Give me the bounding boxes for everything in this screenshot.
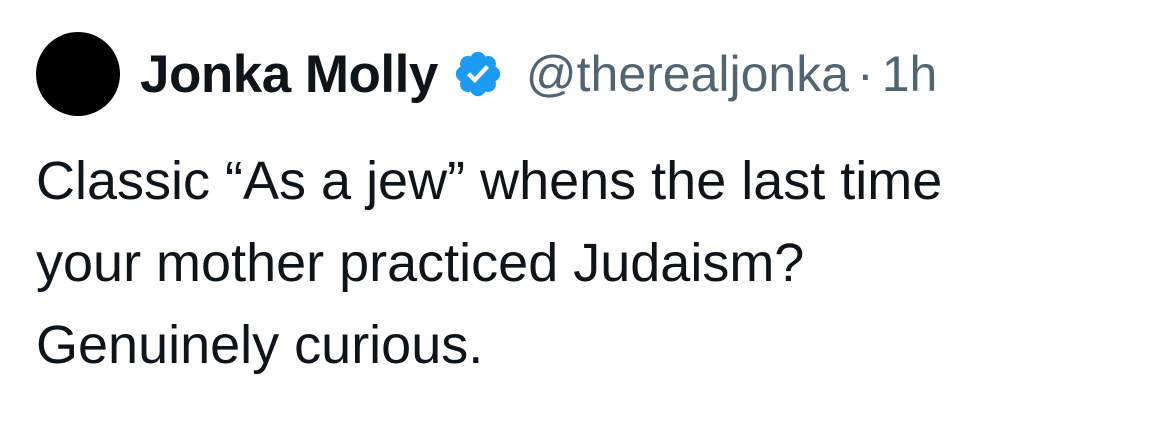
verified-badge-icon[interactable]: [452, 48, 504, 100]
timestamp[interactable]: 1h: [882, 45, 938, 103]
tweet-text-line: Classic “As a jew” whens the last time: [36, 151, 943, 211]
tweet-header: Jonka Molly @therealjonka · 1h: [36, 32, 1146, 116]
tweet[interactable]: Jonka Molly @therealjonka · 1h Classic “…: [36, 32, 1146, 386]
separator-dot: ·: [857, 46, 874, 102]
avatar[interactable]: [36, 32, 120, 116]
tweet-text: Classic “As a jew” whens the last time y…: [36, 140, 1146, 386]
author-handle[interactable]: @therealjonka: [526, 45, 849, 103]
tweet-text-line: your mother practiced Judaism?: [36, 233, 805, 293]
author-display-name[interactable]: Jonka Molly: [140, 44, 438, 105]
tweet-text-line: Genuinely curious.: [36, 315, 484, 375]
